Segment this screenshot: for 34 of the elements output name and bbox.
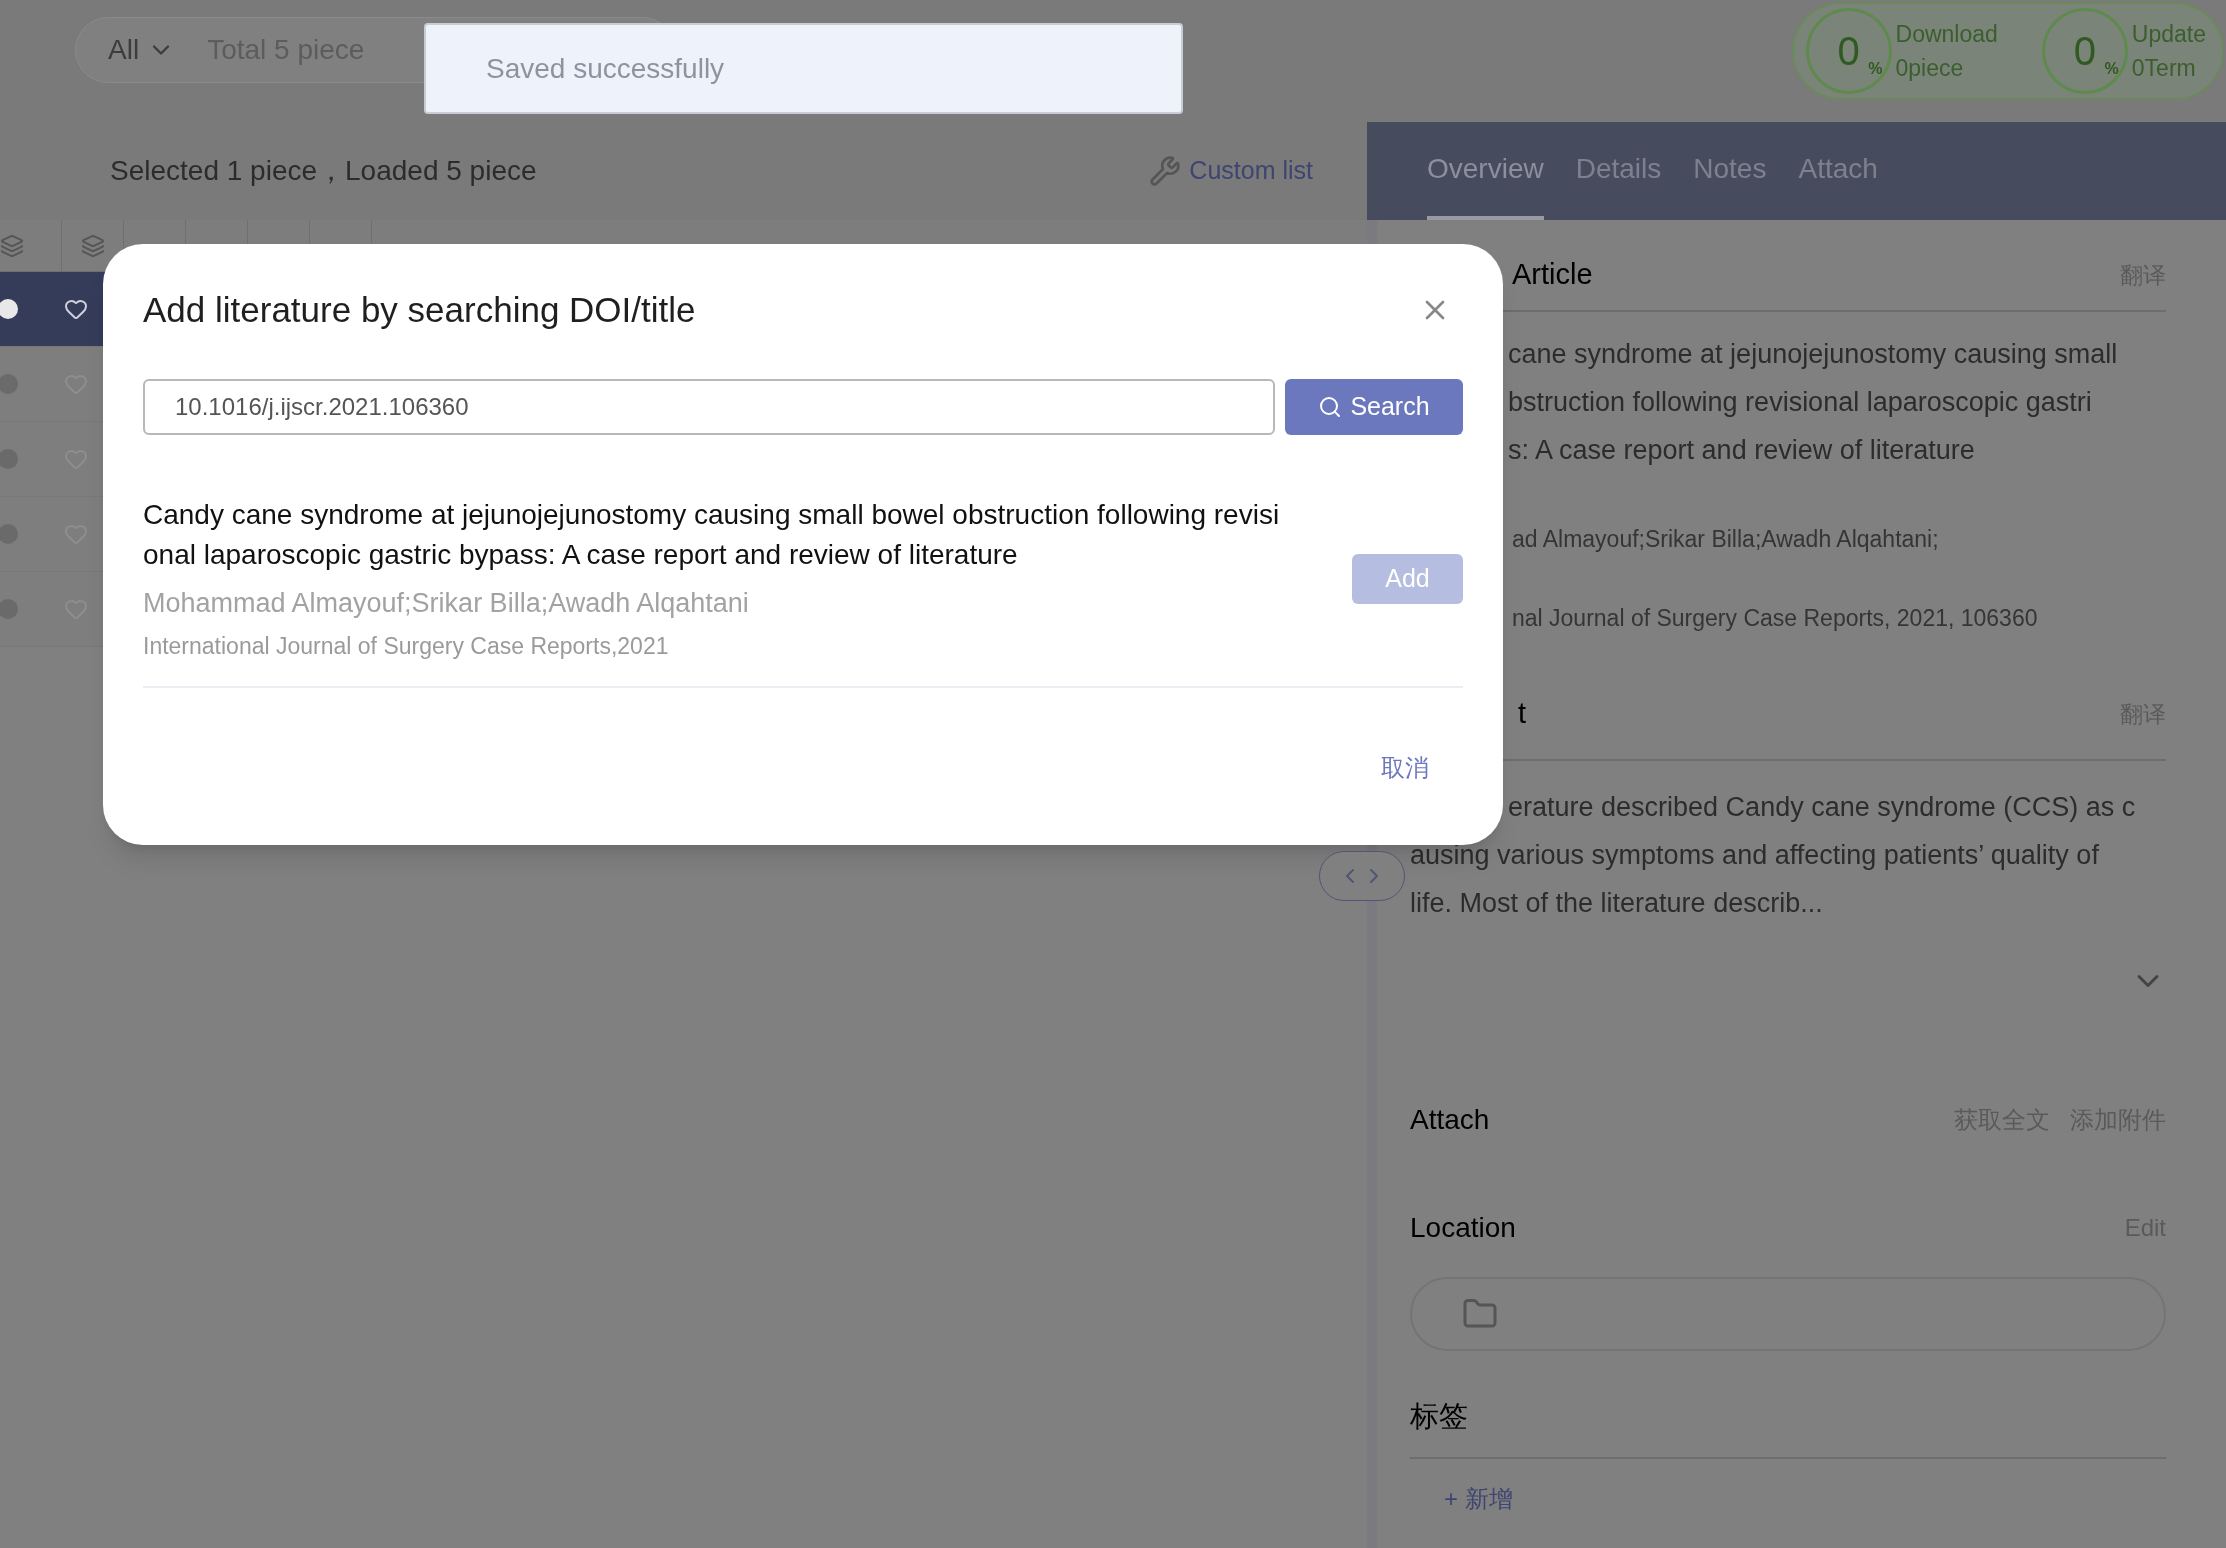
progress-count: 0piece [1895, 54, 1965, 83]
authors-text: ad Almayouf;Srikar Billa;Awadh Alqahtani; [1511, 525, 1940, 554]
section-heading: Attach [1410, 1103, 1490, 1137]
add-tag-link[interactable]: + 新增 [1444, 1480, 1513, 1517]
result-source: International Journal of Surgery Case Reports,2021 [143, 632, 670, 661]
dialog-title: Add literature by searching DOI/title [143, 289, 696, 331]
result-title-line: Candy cane syndrome at jejunojejunostomy causing small bowel obstruction following revisi [143, 497, 1280, 532]
abstract-line: ausing various symptoms and affecting patients’ quality of [1410, 839, 2100, 872]
progress-label: Update [2131, 20, 2206, 49]
percent-sign: % [1868, 59, 1883, 79]
tab[interactable]: Overview [1427, 122, 1544, 220]
toast: Saved successfully [424, 23, 1183, 114]
progress-count: 0Term [2131, 54, 2197, 83]
cancel-button[interactable]: 取消 [1381, 749, 1429, 786]
progress-label: Download [1895, 20, 1998, 49]
percent-sign: % [2104, 59, 2119, 79]
article-title-line: cane syndrome at jejunojejunostomy causing small [1508, 338, 2119, 371]
abstract-line: life. Most of the literature describ... [1410, 887, 1824, 920]
result-title-line: onal laparoscopic gastric bypass: A case report and review of literature [143, 537, 1019, 572]
progress-value: 0 [1837, 28, 1860, 75]
abstract-line: erature described Candy cane syndrome (CCS) as c [1507, 791, 2137, 824]
section-heading: Article [1512, 257, 1593, 293]
scope-dropdown[interactable]: All [108, 29, 176, 71]
section-heading: Location [1410, 1211, 1516, 1245]
selection-summary: Selected 1 piece，Loaded 5 piece [110, 154, 537, 188]
custom-list-button[interactable]: Custom list [1149, 152, 1313, 190]
progress-value: 0 [2073, 28, 2096, 75]
article-title-line: bstruction following revisional laparoscopic gastri [1508, 386, 2093, 419]
search-button[interactable]: Search [1285, 378, 1463, 435]
result-authors: Mohammad Almayouf;Srikar Billa;Awadh Alqahtani [143, 586, 750, 620]
article-title-line: s: A case report and review of literature [1508, 434, 1976, 467]
section-heading: t [1518, 696, 1527, 732]
search-field[interactable]: 10.1016/j.ijscr.2021.106360 [143, 378, 1275, 435]
section-heading: 标签 [1410, 1400, 1468, 1432]
